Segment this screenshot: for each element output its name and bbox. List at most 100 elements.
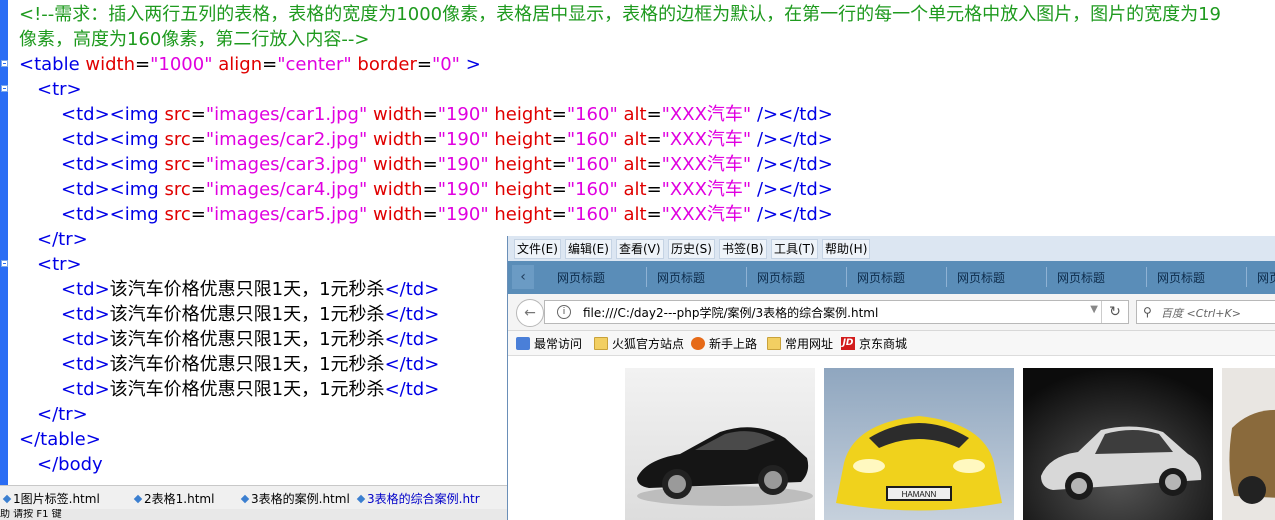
editor-tab-2[interactable]: 2表格1.html	[133, 490, 214, 507]
cell-text: 该汽车价格优惠只限1天，1元秒杀	[109, 329, 385, 350]
browser-tab[interactable]: 网页标题	[657, 269, 705, 286]
reload-icon[interactable]: ↻	[1101, 301, 1128, 323]
editor-tab-4[interactable]: 3表格的综合案例.htr	[356, 490, 480, 507]
menu-bookmarks[interactable]: 书签(B)	[719, 239, 767, 259]
td-open-tag: <td>	[61, 379, 110, 400]
val-height: "160"	[566, 204, 618, 225]
td-open-tag: <td>	[61, 304, 110, 325]
cell-text: 该汽车价格优惠只限1天，1元秒杀	[109, 279, 385, 300]
attr-alt: alt	[623, 104, 647, 125]
val-width: "190"	[437, 104, 489, 125]
val-width: "190"	[437, 154, 489, 175]
status-text: 助 请按 F1 键	[0, 509, 62, 520]
attr-height: height	[494, 154, 552, 175]
td-open-tag: <td>	[61, 329, 110, 350]
info-icon[interactable]: i	[557, 305, 571, 319]
bookmark-jd[interactable]: JD 京东商城	[841, 335, 907, 352]
editor-tab-1[interactable]: 1图片标签.html	[2, 490, 100, 507]
browser-tab[interactable]: 网页标题	[757, 269, 805, 286]
tr-open-line-1: <tr>	[19, 77, 1275, 102]
attr-alt: alt	[623, 179, 647, 200]
url-bar[interactable]: i file:///C:/day2---php学院/案例/3表格的综合案例.ht…	[544, 300, 1129, 324]
td-open-tag: <td>	[61, 204, 110, 225]
browser-tab[interactable]: 网页标题	[557, 269, 605, 286]
url-text: file:///C:/day2---php学院/案例/3表格的综合案例.html	[583, 306, 879, 320]
tab-divider	[846, 267, 847, 287]
val-border: "0"	[431, 54, 460, 75]
menu-view[interactable]: 查看(V)	[616, 239, 664, 259]
menu-help[interactable]: 帮助(H)	[822, 239, 871, 259]
file-icon	[240, 494, 250, 503]
browser-tab[interactable]: 网页标题	[957, 269, 1005, 286]
val-alt: "XXX汽车"	[661, 104, 752, 125]
firefox-icon	[691, 337, 705, 350]
img-cell-line: <td><img src="images/car2.jpg" width="19…	[61, 129, 833, 150]
browser-tab[interactable]: 网页	[1257, 269, 1275, 286]
back-button[interactable]: ←	[516, 299, 544, 327]
browser-tab[interactable]: 网页标题	[857, 269, 905, 286]
attr-width: width	[85, 54, 136, 75]
tr-close-tag: </tr>	[37, 404, 88, 425]
td-open-tag: <td>	[61, 279, 110, 300]
editor-tab-label: 3表格的案例.html	[251, 492, 350, 506]
td-open-tag: <td>	[61, 154, 110, 175]
tr-open-tag: <tr>	[37, 254, 82, 275]
fold-toggle-tr2[interactable]	[1, 260, 8, 267]
tab-scroll-left-icon[interactable]: ‹	[512, 265, 534, 289]
menu-tools[interactable]: 工具(T)	[771, 239, 818, 259]
self-close-tag: />	[756, 104, 779, 125]
search-placeholder: 百度 <Ctrl+K>	[1161, 307, 1241, 320]
img-tag: <img	[109, 129, 159, 150]
bookmarks-toolbar: 最常访问 火狐官方站点 新手上路 常用网址 JD 京东商城	[508, 331, 1275, 356]
menu-edit[interactable]: 编辑(E)	[565, 239, 612, 259]
td-close-tag: </td>	[384, 354, 440, 375]
td-close-tag: </td>	[778, 204, 833, 225]
img-rows: <td><img src="images/car1.jpg" width="19…	[19, 102, 1275, 227]
globe-icon	[516, 337, 530, 350]
bookmark-label: 新手上路	[709, 337, 758, 351]
url-dropdown-icon[interactable]: ▼	[1090, 304, 1098, 315]
val-height: "160"	[566, 129, 618, 150]
bookmark-firefox-site[interactable]: 火狐官方站点	[594, 335, 684, 352]
bookmark-common-sites[interactable]: 常用网址	[767, 335, 833, 352]
val-height: "160"	[566, 179, 618, 200]
fold-toggle-tr1[interactable]	[1, 85, 8, 92]
attr-alt: alt	[623, 129, 647, 150]
bookmark-label: 最常访问	[534, 337, 583, 351]
editor-tab-bar: 1图片标签.html 2表格1.html 3表格的案例.html 3表格的综合案…	[0, 485, 508, 510]
val-alt: "XXX汽车"	[661, 179, 752, 200]
td-close-tag: </td>	[384, 304, 440, 325]
self-close-tag: />	[756, 129, 779, 150]
editor-tab-3[interactable]: 3表格的案例.html	[240, 490, 350, 507]
bookmark-most-visited[interactable]: 最常访问	[516, 335, 582, 352]
status-bar: 助 请按 F1 键	[0, 509, 508, 520]
fold-toggle-table[interactable]	[1, 60, 8, 67]
editor-tab-label: 1图片标签.html	[13, 492, 100, 506]
browser-tab[interactable]: 网页标题	[1157, 269, 1205, 286]
val-width: "190"	[437, 179, 489, 200]
td-close-tag: </td>	[778, 179, 833, 200]
attr-src: src	[164, 179, 191, 200]
tab-divider	[1246, 267, 1247, 287]
img-cell-line: <td><img src="images/car4.jpg" width="19…	[61, 179, 833, 200]
td-close-tag: </td>	[778, 129, 833, 150]
val-src: "images/car4.jpg"	[205, 179, 368, 200]
val-height: "160"	[566, 104, 618, 125]
editor-gutter	[0, 0, 13, 485]
img-cell-line: <td><img src="images/car1.jpg" width="19…	[61, 104, 833, 125]
tab-divider	[746, 267, 747, 287]
tab-divider	[1146, 267, 1147, 287]
attr-alt: alt	[623, 204, 647, 225]
td-close-tag: </td>	[778, 104, 833, 125]
browser-tab[interactable]: 网页标题	[1057, 269, 1105, 286]
bookmark-getting-started[interactable]: 新手上路	[691, 335, 757, 352]
menu-history[interactable]: 历史(S)	[668, 239, 715, 259]
val-height: "160"	[566, 154, 618, 175]
td-close-tag: </td>	[778, 154, 833, 175]
folder-icon	[594, 337, 608, 350]
menu-file[interactable]: 文件(E)	[514, 239, 561, 259]
bookmark-label: 京东商城	[859, 337, 908, 351]
val-src: "images/car3.jpg"	[205, 154, 368, 175]
self-close-tag: />	[756, 179, 779, 200]
search-input[interactable]: ⚲ 百度 <Ctrl+K>	[1136, 300, 1275, 324]
